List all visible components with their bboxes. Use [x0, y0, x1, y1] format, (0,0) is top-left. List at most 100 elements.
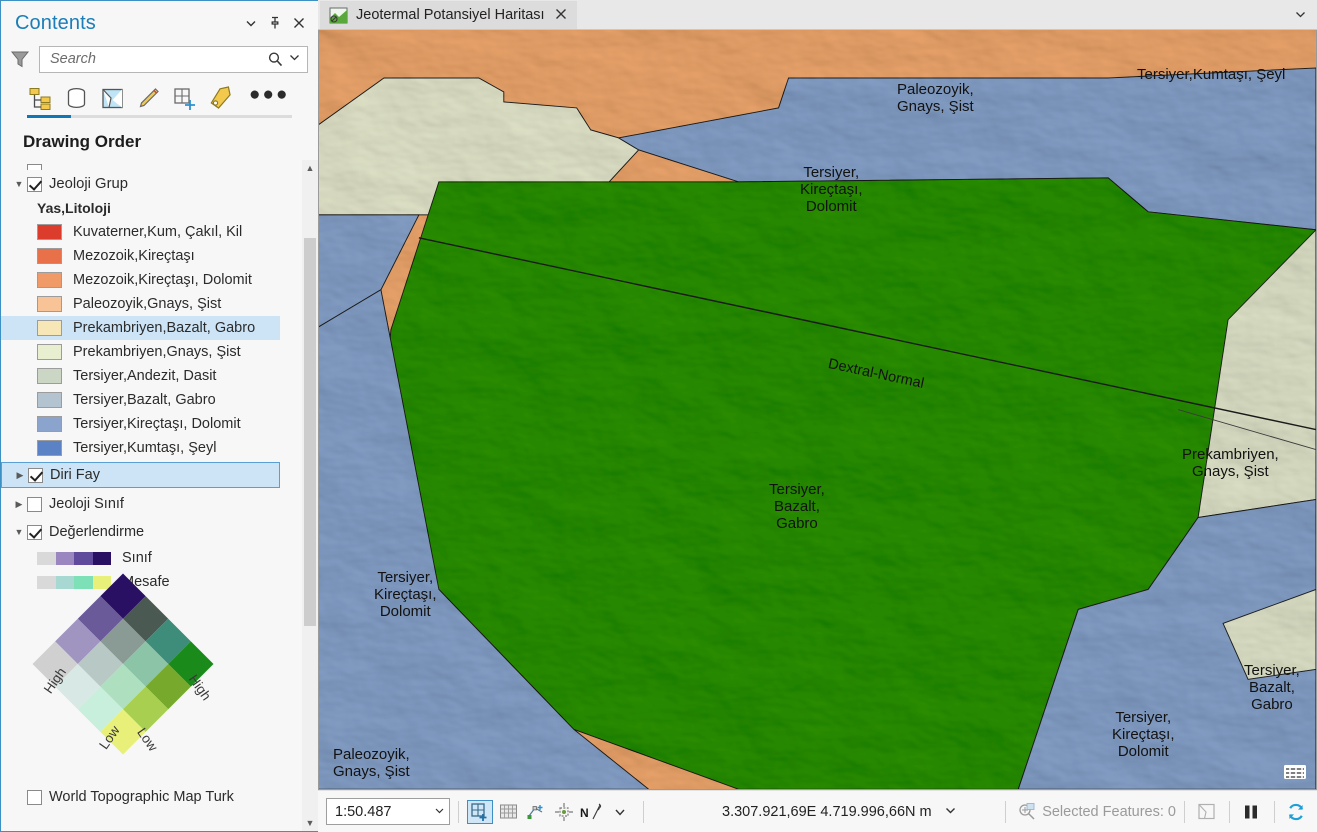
tree-label: Jeoloji Grup: [49, 176, 128, 192]
legend-label: Tersiyer,Andezit, Dasit: [73, 368, 217, 384]
explore-tool-icon[interactable]: [551, 800, 577, 824]
legend-swatch: [37, 296, 62, 312]
legend-swatch: [37, 344, 62, 360]
legend-item[interactable]: Kuvaterner,Kum, Çakıl, Kil: [1, 220, 302, 244]
status-bar-right: Selected Features: 0: [997, 800, 1311, 824]
map-scale-value: 1:50.487: [335, 803, 392, 820]
legend-label: Mezozoik,Kireçtaşı, Dolomit: [73, 272, 252, 288]
grid-tool-icon[interactable]: [495, 800, 521, 824]
legend-label: Tersiyer,Kireçtaşı, Dolomit: [73, 416, 241, 432]
expander-expand-icon[interactable]: ▶: [12, 470, 28, 481]
expander-expand-icon[interactable]: ▶: [11, 499, 27, 510]
bivariate-label-high-right: High: [185, 671, 214, 704]
map-canvas[interactable]: Tersiyer,Kumtaşı, Şeyl Paleozoyik, Gnays,…: [318, 30, 1317, 790]
scroll-down-arrow-icon[interactable]: ▼: [302, 815, 318, 831]
more-options-icon[interactable]: ●●●: [249, 85, 289, 106]
tree-row-layer-jeoloji-sinif[interactable]: ▶ Jeoloji Sınıf: [1, 492, 302, 516]
tools-overflow-chevron-icon[interactable]: [607, 800, 633, 824]
close-icon[interactable]: [553, 7, 569, 24]
layer-tree-wrapper: ▼ Jeoloji Grup Yas,Litoloji Kuvaterner,K…: [1, 160, 318, 831]
legend-item[interactable]: Tersiyer,Kumtaşı, Şeyl: [1, 436, 302, 460]
legend-label: Tersiyer,Kumtaşı, Şeyl: [73, 440, 217, 456]
tree-label: Yas,Litoloji: [37, 200, 111, 216]
tab-label: Jeotermal Potansiyel Haritası: [356, 7, 545, 23]
legend-swatch: [37, 392, 62, 408]
pause-drawing-icon[interactable]: [1238, 800, 1264, 824]
add-data-tool-icon[interactable]: [467, 799, 493, 824]
svg-text:N: N: [580, 806, 589, 820]
layer-tree: ▼ Jeoloji Grup Yas,Litoloji Kuvaterner,K…: [1, 160, 302, 831]
selection-zoom-icon[interactable]: [1014, 800, 1040, 824]
drawing-order-heading: Drawing Order: [23, 132, 142, 151]
divider: [1184, 800, 1185, 823]
legend-swatch: [37, 368, 62, 384]
legend-item[interactable]: Tersiyer,Kireçtaşı, Dolomit: [1, 412, 302, 436]
legend-label: Paleozoyik,Gnays, Şist: [73, 296, 222, 312]
list-by-drawing-order-icon[interactable]: [27, 85, 53, 111]
expander-collapse-icon[interactable]: ▼: [11, 527, 27, 537]
checkbox-basemap[interactable]: [27, 789, 42, 805]
divider: [643, 800, 644, 823]
refresh-icon[interactable]: [1283, 800, 1309, 824]
checkbox-jeoloji-sinif[interactable]: [27, 496, 42, 512]
list-by-labeling-icon[interactable]: [207, 85, 233, 111]
scroll-up-arrow-icon[interactable]: ▲: [302, 160, 318, 176]
expander-collapse-icon[interactable]: ▼: [11, 179, 27, 189]
color-ramp-swatch: [37, 551, 111, 565]
legend-label: Kuvaterner,Kum, Çakıl, Kil: [73, 224, 243, 240]
search-input[interactable]: [48, 50, 265, 68]
list-by-editing-icon[interactable]: [135, 85, 161, 111]
tree-row-group-jeoloji-grup[interactable]: ▼ Jeoloji Grup: [1, 172, 302, 196]
chevron-down-icon[interactable]: [431, 805, 447, 818]
search-options-chevron-icon[interactable]: [285, 51, 303, 67]
north-arrow-tool-icon[interactable]: N: [579, 800, 605, 824]
pin-icon[interactable]: [264, 12, 286, 34]
color-ramp-swatch: [37, 575, 111, 589]
legend-item[interactable]: Paleozoyik,Gnays, Şist: [1, 292, 302, 316]
map-coordinates: 3.307.921,69E 4.719.996,66N m: [722, 803, 932, 820]
legend-item[interactable]: Tersiyer,Andezit, Dasit: [1, 364, 302, 388]
bivariate-label-low-right: Low: [134, 725, 161, 754]
tree-label: Değerlendirme: [49, 524, 145, 540]
tree-row-field-header: Yas,Litoloji: [1, 196, 302, 220]
tree-row-layer-degerlendirme[interactable]: ▼ Değerlendirme: [1, 520, 302, 544]
checkbox-jeoloji-grup[interactable]: [27, 176, 42, 192]
tree-row-layer-diri-fay[interactable]: ▶ Diri Fay: [1, 462, 280, 488]
filter-funnel-icon[interactable]: [9, 48, 31, 70]
checkbox-diri-fay[interactable]: [28, 467, 43, 483]
legend-item-selected[interactable]: Prekambriyen,Bazalt, Gabro: [1, 316, 280, 340]
legend-item[interactable]: Mezozoik,Kireçtaşı, Dolomit: [1, 268, 302, 292]
legend-item[interactable]: Mezozoik,Kireçtaşı: [1, 244, 302, 268]
tab-jeotermal-potansiyel-haritasi[interactable]: Jeotermal Potansiyel Haritası: [320, 1, 577, 29]
contents-scrollbar[interactable]: ▲ ▼: [302, 160, 318, 831]
ramp-item-mesafe[interactable]: Mesafe: [1, 570, 302, 594]
legend-item[interactable]: Prekambriyen,Gnays, Şist: [1, 340, 302, 364]
search-box[interactable]: [39, 45, 308, 73]
measure-tool-icon[interactable]: [523, 800, 549, 824]
divider: [1274, 800, 1275, 823]
page-title: Contents: [15, 11, 96, 34]
ramp-item-sinif[interactable]: Sınıf: [1, 546, 302, 570]
search-icon[interactable]: [265, 49, 285, 69]
list-by-data-source-icon[interactable]: [63, 85, 89, 111]
tab-overflow-chevron-icon[interactable]: [1294, 8, 1307, 24]
collapse-chevron-icon[interactable]: [240, 12, 262, 34]
legend-label: Prekambriyen,Bazalt, Gabro: [73, 320, 256, 336]
list-by-selection-icon[interactable]: [99, 85, 125, 111]
map-scale-combo[interactable]: 1:50.487: [326, 798, 450, 825]
legend-swatch: [37, 224, 62, 240]
basemap-attribution-icon[interactable]: [1282, 761, 1308, 783]
tree-label: World Topographic Map Turk: [49, 789, 234, 805]
checkbox-degerlendirme[interactable]: [27, 524, 42, 540]
legend-item[interactable]: Tersiyer,Bazalt, Gabro: [1, 388, 302, 412]
contents-pane: Contents Search ●●● Drawing Order ▼ Jeol…: [0, 0, 318, 832]
list-by-snapping-icon[interactable]: [171, 85, 197, 111]
legend-swatch: [37, 440, 62, 456]
clear-selection-icon[interactable]: [1193, 800, 1219, 824]
coordinate-units-chevron-icon[interactable]: [942, 804, 960, 820]
close-icon[interactable]: [288, 12, 310, 34]
geology-polygons: [319, 30, 1316, 789]
map-geology-svg: [319, 30, 1316, 789]
scrollbar-thumb[interactable]: [304, 238, 316, 626]
tree-row-basemap[interactable]: World Topographic Map Turk: [1, 786, 302, 808]
